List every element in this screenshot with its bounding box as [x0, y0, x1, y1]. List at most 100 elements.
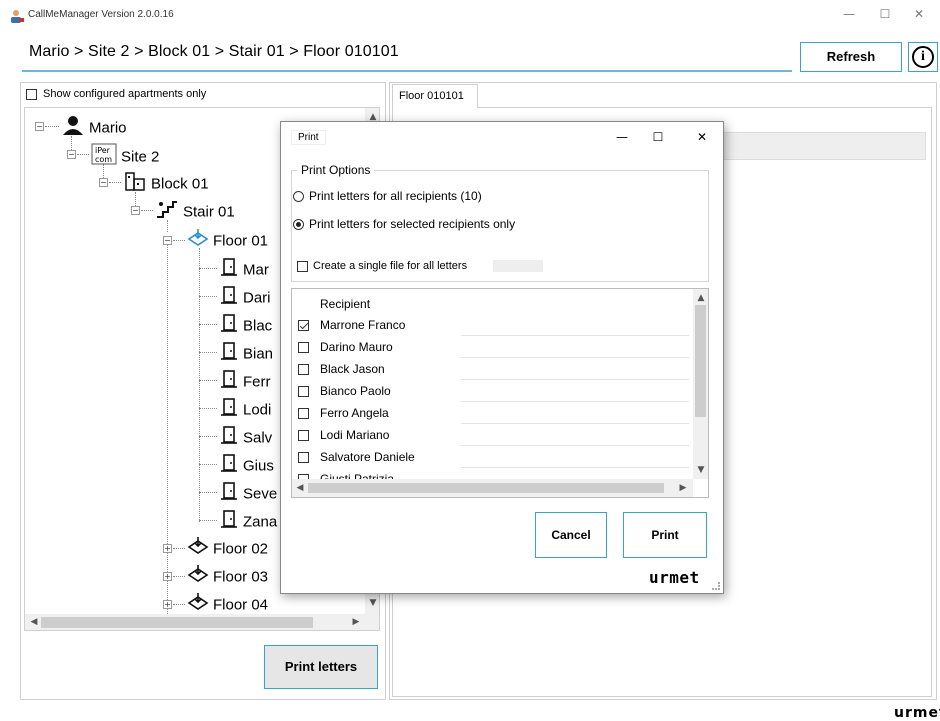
- door-icon: [219, 369, 239, 396]
- breadcrumb-underline: [22, 70, 792, 72]
- single-file-option[interactable]: Create a single file for all letters: [297, 260, 467, 272]
- expand-floor[interactable]: +: [163, 600, 172, 609]
- row-divider: [461, 357, 689, 358]
- tree-node-apartment[interactable]: Dari: [219, 285, 271, 307]
- collapse-floor-01[interactable]: −: [163, 236, 172, 245]
- recipient-column-header: Recipient: [320, 297, 371, 311]
- option-all-recipients[interactable]: Print letters for all recipients (10): [293, 189, 482, 203]
- tree-node-apartment[interactable]: Blac: [219, 313, 272, 335]
- collapse-mario[interactable]: −: [35, 122, 44, 131]
- tree-node-block[interactable]: Block 01: [123, 171, 209, 193]
- tree-node-user[interactable]: Mario: [61, 115, 127, 137]
- tree-node-apartment[interactable]: Seve: [219, 481, 277, 503]
- row-divider: [461, 445, 689, 446]
- recipient-checkbox[interactable]: [298, 342, 309, 353]
- tree-node-apartment[interactable]: Bian: [219, 341, 273, 363]
- recipient-checkbox[interactable]: [298, 364, 309, 375]
- urmet-dialog-logo: urmet: [649, 568, 700, 587]
- collapse-stair[interactable]: −: [131, 206, 140, 215]
- close-button[interactable]: ✕: [902, 4, 936, 24]
- tree-node-apartment[interactable]: Zana: [219, 509, 277, 531]
- recipient-scroll-right[interactable]: ▶: [676, 483, 690, 493]
- expand-floor[interactable]: +: [163, 572, 172, 581]
- tree-connector: [173, 576, 185, 577]
- tree-connector: [199, 520, 217, 521]
- recipient-horizontal-thumb[interactable]: [308, 483, 664, 493]
- scroll-left-arrow[interactable]: ◀: [27, 617, 41, 627]
- tree-node-site[interactable]: iPer com Site 2: [91, 143, 159, 165]
- collapse-site[interactable]: −: [67, 150, 76, 159]
- recipient-row[interactable]: Lodi Mariano: [298, 425, 698, 447]
- tree-node-apartment[interactable]: Ferr: [219, 369, 271, 391]
- tree-node-apartment[interactable]: Mar: [219, 257, 269, 279]
- info-button[interactable]: i: [908, 42, 938, 72]
- radio-selected-recipients[interactable]: [293, 219, 304, 231]
- tree-connector: [77, 154, 89, 155]
- maximize-button[interactable]: ☐: [868, 4, 902, 24]
- single-file-checkbox[interactable]: [297, 260, 308, 272]
- recipient-checkbox[interactable]: [298, 408, 309, 419]
- recipient-list[interactable]: Recipient Marrone Franco Darino Mauro Blac…: [291, 288, 709, 498]
- tree-node-floor[interactable]: Floor 03: [187, 565, 268, 587]
- print-letters-button[interactable]: Print letters: [264, 645, 378, 689]
- door-icon: [219, 453, 239, 480]
- recipient-row[interactable]: Salvatore Daniele: [298, 447, 698, 469]
- recipient-name: Ferro Angela: [320, 406, 389, 420]
- recipient-name: Darino Mauro: [320, 340, 393, 354]
- resize-grip[interactable]: [712, 582, 720, 590]
- recipient-scroll-down[interactable]: ▼: [694, 465, 708, 475]
- cancel-button[interactable]: Cancel: [535, 512, 607, 558]
- recipient-row[interactable]: Bianco Paolo: [298, 381, 698, 403]
- tree-node-apartment[interactable]: Lodi: [219, 397, 271, 419]
- scroll-down-arrow[interactable]: ▼: [366, 598, 379, 608]
- scroll-right-arrow[interactable]: ▶: [349, 617, 363, 627]
- tree-node-apartment[interactable]: Gius: [219, 453, 274, 475]
- door-icon: [219, 257, 239, 284]
- minimize-button[interactable]: —: [832, 4, 866, 24]
- dialog-minimize-button[interactable]: —: [607, 128, 637, 146]
- tree-connector: [173, 240, 185, 241]
- recipient-checkbox[interactable]: [298, 320, 309, 331]
- door-icon: [219, 285, 239, 312]
- recipient-checkbox[interactable]: [298, 386, 309, 397]
- recipient-checkbox[interactable]: [298, 430, 309, 441]
- tree-node-stair[interactable]: Stair 01: [155, 199, 235, 221]
- breadcrumb: Mario > Site 2 > Block 01 > Stair 01 > F…: [29, 43, 399, 60]
- recipient-vertical-thumb[interactable]: [695, 305, 706, 417]
- window-title: CallMeManager Version 2.0.0.16: [28, 9, 174, 20]
- show-configured-option[interactable]: Show configured apartments only: [26, 88, 206, 100]
- recipient-name: Black Jason: [320, 362, 385, 376]
- tree-node-apartment[interactable]: Salv: [219, 425, 272, 447]
- show-configured-label: Show configured apartments only: [43, 88, 207, 100]
- recipient-row[interactable]: Black Jason: [298, 359, 698, 381]
- tree-connector: [199, 248, 200, 522]
- tree-connector: [199, 380, 217, 381]
- recipient-scroll-up[interactable]: ▲: [694, 293, 708, 303]
- print-options-label: Print Options: [297, 163, 375, 177]
- tree-node-floor-01[interactable]: Floor 01: [187, 229, 268, 251]
- dialog-maximize-button[interactable]: ☐: [643, 128, 673, 146]
- print-button[interactable]: Print: [623, 512, 707, 558]
- refresh-button[interactable]: Refresh: [800, 42, 902, 72]
- recipient-row[interactable]: Ferro Angela: [298, 403, 698, 425]
- recipient-row[interactable]: Marrone Franco: [298, 315, 698, 337]
- show-configured-checkbox[interactable]: [26, 88, 37, 100]
- dialog-title: Print: [291, 130, 326, 145]
- tab-floor[interactable]: Floor 010101: [392, 84, 478, 108]
- tree-node-floor[interactable]: Floor 02: [187, 537, 268, 559]
- tree-connector: [109, 182, 121, 183]
- title-bar: CallMeManager Version 2.0.0.16 — ☐ ✕: [0, 0, 940, 28]
- recipient-checkbox[interactable]: [298, 452, 309, 463]
- tree-connector: [141, 210, 153, 211]
- tree-connector: [173, 604, 185, 605]
- option-selected-recipients[interactable]: Print letters for selected recipients on…: [293, 217, 515, 231]
- tree-horizontal-thumb[interactable]: [41, 617, 313, 628]
- dialog-close-button[interactable]: ✕: [687, 128, 717, 146]
- recipient-scroll-left[interactable]: ◀: [293, 483, 307, 493]
- building-icon: [123, 171, 147, 198]
- collapse-block[interactable]: −: [99, 178, 108, 187]
- radio-all-recipients[interactable]: [293, 191, 304, 203]
- expand-floor[interactable]: +: [163, 544, 172, 553]
- tree-node-floor[interactable]: Floor 04: [187, 593, 268, 615]
- recipient-row[interactable]: Darino Mauro: [298, 337, 698, 359]
